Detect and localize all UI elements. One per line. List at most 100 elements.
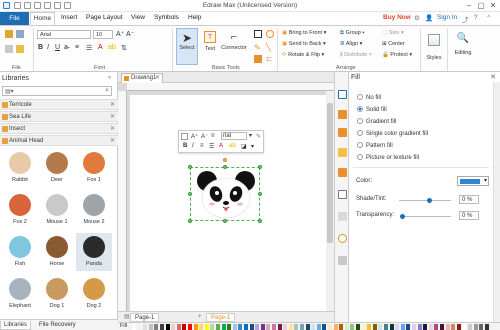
page-tab-active[interactable]: Page-1: [206, 313, 236, 322]
crop-tool-icon[interactable]: ⊏: [266, 54, 273, 63]
color-swatch[interactable]: [311, 324, 316, 330]
library-shape[interactable]: Fox 1: [76, 149, 112, 187]
color-swatch[interactable]: [238, 324, 243, 330]
rotate-flip-button[interactable]: ⟳ Rotate & Flip ▾: [282, 52, 324, 58]
radio-icon[interactable]: [357, 154, 363, 160]
color-swatch[interactable]: [221, 324, 226, 330]
close-icon[interactable]: ✕: [487, 1, 499, 10]
shade-tint-knob[interactable]: [427, 198, 432, 203]
color-swatch[interactable]: [204, 324, 209, 330]
scrollbar-thumb[interactable]: [327, 103, 333, 243]
protect-button[interactable]: 🔒 Protect ▾: [382, 52, 412, 58]
help-icon[interactable]: ?: [474, 14, 478, 21]
color-swatch[interactable]: [148, 324, 153, 330]
editing-button[interactable]: 🔍 Editing: [450, 28, 476, 65]
resize-handle[interactable]: [258, 165, 262, 169]
align-text-icon[interactable]: ≡: [75, 44, 79, 51]
color-swatch[interactable]: [473, 324, 478, 330]
color-swatch[interactable]: [339, 324, 344, 330]
color-swatch[interactable]: [484, 324, 489, 330]
color-swatch[interactable]: [300, 324, 304, 330]
font-color-icon[interactable]: A: [98, 44, 103, 51]
color-swatch[interactable]: [440, 324, 444, 330]
library-shape[interactable]: Fish: [2, 233, 38, 271]
radio-icon[interactable]: [357, 118, 363, 124]
resize-handle[interactable]: [223, 165, 227, 169]
color-swatch[interactable]: [395, 324, 400, 330]
color-swatch[interactable]: [361, 324, 366, 330]
align-button[interactable]: ≣ Align ▾: [340, 41, 362, 47]
color-swatch[interactable]: [434, 324, 439, 330]
tab-libraries[interactable]: Libraries: [0, 321, 32, 330]
color-swatch[interactable]: [176, 324, 181, 330]
page-panel-icon[interactable]: [338, 212, 347, 221]
fill-option[interactable]: Pattern fill: [357, 142, 393, 149]
sign-in-link[interactable]: Sign In: [437, 14, 457, 21]
settings-icon[interactable]: ⚙: [414, 14, 420, 22]
color-swatch[interactable]: [266, 324, 271, 330]
resize-handle[interactable]: [258, 192, 262, 196]
font-name-select[interactable]: Arial: [37, 30, 91, 39]
styles-button[interactable]: Styles: [423, 28, 445, 65]
library-shape[interactable]: Mouse 2: [76, 191, 112, 229]
canvas-area[interactable]: A⁺ A⁻ ≡ rial ▾ ✎ B I ≡ ☰ A ab ◪ ▾: [118, 83, 334, 311]
library-shape[interactable]: Horse: [39, 233, 75, 271]
format-painter-icon[interactable]: [16, 45, 24, 53]
fill-option[interactable]: Solid fill: [357, 106, 387, 113]
font-select[interactable]: rial: [221, 132, 247, 140]
dropdown-icon[interactable]: ▾: [249, 132, 252, 139]
color-swatch[interactable]: [328, 324, 332, 330]
selected-panda-shape[interactable]: [188, 158, 262, 223]
color-swatch[interactable]: [378, 324, 383, 330]
color-swatch[interactable]: [468, 324, 472, 330]
resize-handle[interactable]: [188, 165, 192, 169]
pointer-icon[interactable]: [181, 133, 188, 140]
distribute-button[interactable]: ⫼ Distribute ▾: [340, 52, 372, 59]
user-icon[interactable]: 👤: [425, 14, 433, 22]
size-button[interactable]: ⬚ Size ▾: [382, 30, 404, 36]
color-swatch[interactable]: [400, 324, 405, 330]
collapse-panel-icon[interactable]: «: [108, 75, 111, 81]
color-swatch[interactable]: [406, 324, 411, 330]
color-swatch[interactable]: [445, 324, 450, 330]
shade-tint-slider[interactable]: [399, 200, 451, 201]
color-swatch[interactable]: [344, 324, 349, 330]
color-swatch[interactable]: [333, 324, 338, 330]
minimize-icon[interactable]: –: [463, 1, 475, 10]
text-align-icon[interactable]: ≡: [211, 133, 215, 139]
color-swatch[interactable]: [367, 324, 372, 330]
color-swatch[interactable]: [372, 324, 377, 330]
color-swatch[interactable]: [244, 324, 248, 330]
rotate-handle[interactable]: [223, 158, 227, 162]
color-swatch[interactable]: [182, 324, 187, 330]
library-shape[interactable]: Dog 2: [76, 275, 112, 313]
bold-icon[interactable]: B: [183, 143, 187, 149]
library-shape[interactable]: Fox 2: [2, 191, 38, 229]
bring-to-front-button[interactable]: ▣ Bring to Front ▾: [282, 30, 326, 36]
group-button[interactable]: ⧉ Group ▾: [340, 30, 365, 37]
library-category[interactable]: Sea Life ✕: [0, 111, 118, 122]
ellipse-tool-icon[interactable]: [266, 30, 274, 38]
color-swatch[interactable]: [316, 324, 321, 330]
resize-handle[interactable]: [188, 219, 192, 223]
close-category-icon[interactable]: ✕: [110, 112, 115, 122]
library-category[interactable]: Animal Head ✕: [0, 135, 118, 146]
menu-view[interactable]: View: [131, 14, 145, 21]
color-swatch[interactable]: [277, 324, 282, 330]
panel-scrollbar[interactable]: [493, 82, 500, 322]
bullets-icon[interactable]: ☰: [209, 143, 214, 150]
highlight-icon[interactable]: ab: [108, 44, 116, 51]
grow-font-icon[interactable]: A⁺: [191, 133, 198, 140]
fill-option[interactable]: Single color gradient fill: [357, 130, 428, 137]
center-button[interactable]: ⊞ Center: [382, 41, 405, 47]
fill-panel-icon[interactable]: [338, 90, 347, 99]
radio-icon[interactable]: [357, 130, 363, 136]
resize-handle[interactable]: [258, 219, 262, 223]
transparency-value[interactable]: 0 %: [459, 211, 479, 220]
color-swatch[interactable]: [322, 324, 327, 330]
rectangle-tool-icon[interactable]: [254, 30, 262, 38]
underline-icon[interactable]: U: [55, 44, 60, 51]
color-swatch[interactable]: [260, 324, 265, 330]
cut-icon[interactable]: [16, 30, 24, 38]
color-swatch[interactable]: [305, 324, 310, 330]
